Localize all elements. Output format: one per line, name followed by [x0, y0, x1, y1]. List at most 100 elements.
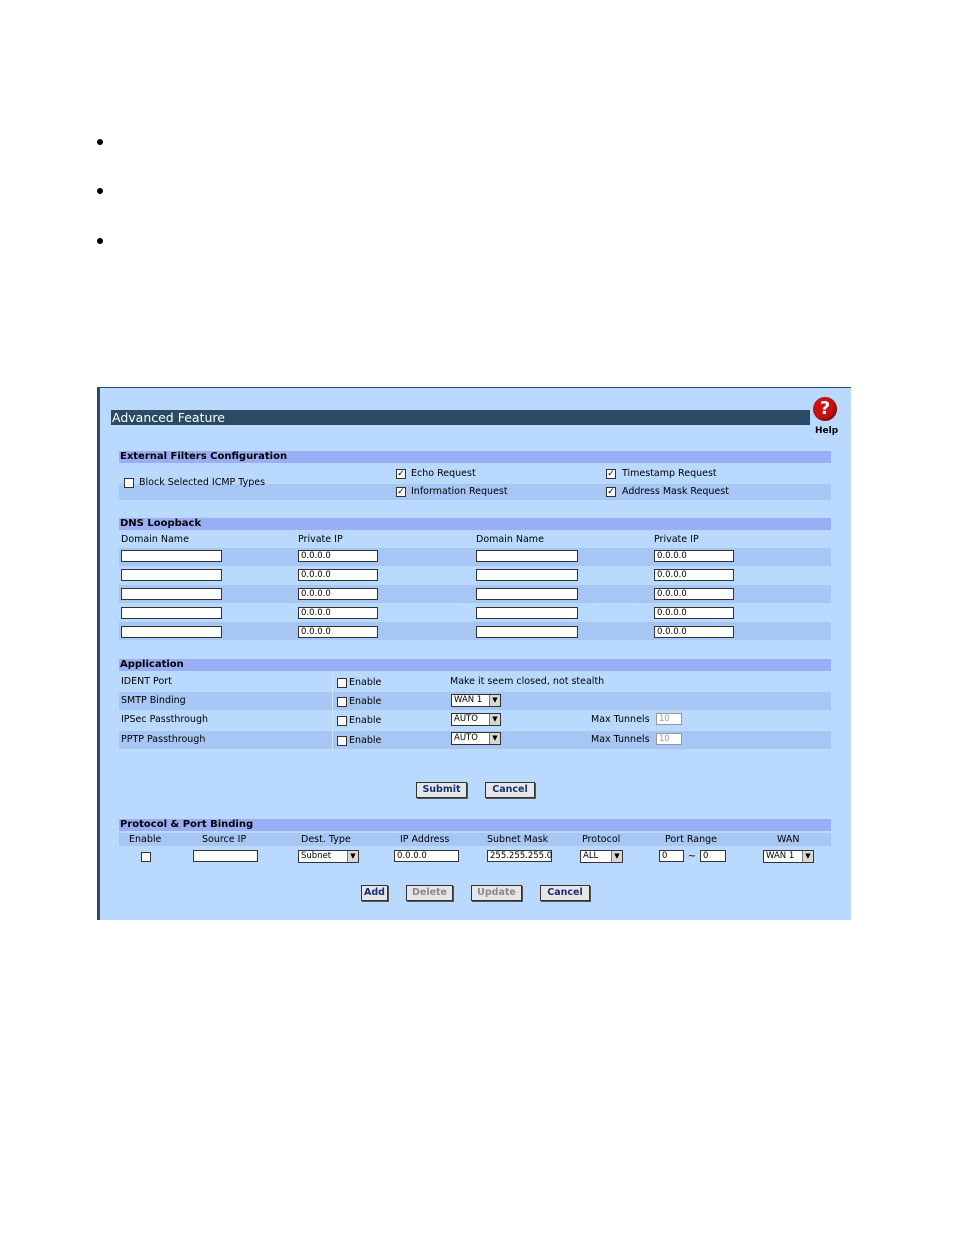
- dns-domain-input-1[interactable]: [121, 550, 222, 562]
- pptp-mode-value: AUTO: [454, 733, 478, 743]
- col-private-ip-2: Private IP: [654, 534, 699, 545]
- dns-domain-input-1[interactable]: [121, 607, 222, 619]
- chevron-down-icon[interactable]: ▼: [347, 851, 358, 862]
- ipsec-max-tunnels-input[interactable]: 10: [656, 713, 682, 725]
- binding-subnet-mask-input[interactable]: 255.255.255.0: [487, 850, 552, 862]
- dns-loopback-header: DNS Loopback: [119, 518, 831, 530]
- chevron-down-icon[interactable]: ▼: [489, 695, 500, 706]
- dns-ip-input-2[interactable]: 0.0.0.0: [654, 588, 734, 600]
- pptp-mode-select[interactable]: AUTO ▼: [451, 732, 501, 745]
- application-header: Application: [119, 659, 831, 671]
- block-icmp-checkbox[interactable]: [124, 478, 134, 488]
- help-label[interactable]: Help: [815, 426, 838, 436]
- binding-dest-type-select[interactable]: Subnet ▼: [298, 850, 359, 863]
- binding-cancel-button[interactable]: Cancel: [540, 885, 590, 901]
- chevron-down-icon[interactable]: ▼: [489, 714, 500, 725]
- dns-domain-input-1[interactable]: [121, 626, 222, 638]
- binding-source-ip-input[interactable]: [193, 850, 258, 862]
- block-icmp-label: Block Selected ICMP Types: [139, 477, 266, 488]
- panel-title: Advanced Feature: [111, 410, 810, 425]
- submit-button[interactable]: Submit: [416, 782, 467, 798]
- ipsec-max-tunnels-label: Max Tunnels: [591, 714, 650, 725]
- timestamp-request-label: Timestamp Request: [622, 468, 717, 479]
- pptp-max-tunnels-input[interactable]: 10: [656, 733, 682, 745]
- chevron-down-icon[interactable]: ▼: [802, 851, 813, 862]
- echo-request-label: Echo Request: [411, 468, 476, 479]
- binding-protocol-select[interactable]: ALL ▼: [580, 850, 623, 863]
- column-divider: [332, 672, 333, 750]
- dns-ip-input-1[interactable]: 0.0.0.0: [298, 607, 378, 619]
- ident-enable-checkbox[interactable]: [337, 678, 347, 688]
- col-domain-name-2: Domain Name: [476, 534, 544, 545]
- pptp-enable-checkbox[interactable]: [337, 736, 347, 746]
- port-binding-header: Protocol & Port Binding: [119, 819, 831, 831]
- dns-domain-input-1[interactable]: [121, 569, 222, 581]
- smtp-wan-select[interactable]: WAN 1 ▼: [451, 694, 501, 707]
- col-source-ip: Source IP: [202, 834, 247, 845]
- echo-request-checkbox[interactable]: ✓: [396, 469, 406, 479]
- dns-ip-input-1[interactable]: 0.0.0.0: [298, 550, 378, 562]
- ipsec-enable-label: Enable: [349, 715, 382, 726]
- binding-dest-type-value: Subnet: [301, 851, 332, 861]
- col-ip-address: IP Address: [400, 834, 450, 845]
- external-filters-header: External Filters Configuration: [119, 451, 831, 463]
- col-private-ip-1: Private IP: [298, 534, 343, 545]
- col-wan: WAN: [777, 834, 800, 845]
- dns-ip-input-1[interactable]: 0.0.0.0: [298, 569, 378, 581]
- port-range-separator: ~: [688, 851, 696, 862]
- address-mask-request-checkbox[interactable]: ✓: [606, 487, 616, 497]
- binding-enable-checkbox[interactable]: [141, 852, 151, 862]
- binding-wan-select[interactable]: WAN 1 ▼: [763, 850, 814, 863]
- bullet-1: [97, 139, 103, 145]
- pptp-enable-label: Enable: [349, 735, 382, 746]
- chevron-down-icon[interactable]: ▼: [611, 851, 622, 862]
- pptp-max-tunnels-label: Max Tunnels: [591, 734, 650, 745]
- binding-port-to-input[interactable]: 0: [700, 850, 726, 862]
- dns-domain-input-2[interactable]: [476, 569, 578, 581]
- timestamp-request-checkbox[interactable]: ✓: [606, 469, 616, 479]
- binding-port-from-input[interactable]: 0: [659, 850, 684, 862]
- dns-domain-input-1[interactable]: [121, 588, 222, 600]
- dns-domain-input-2[interactable]: [476, 626, 578, 638]
- smtp-binding-label: SMTP Binding: [121, 695, 186, 706]
- pptp-label: PPTP Passthrough: [121, 734, 206, 745]
- dns-domain-input-2[interactable]: [476, 588, 578, 600]
- dns-domain-input-2[interactable]: [476, 607, 578, 619]
- help-icon[interactable]: ?: [813, 397, 837, 421]
- dns-ip-input-2[interactable]: 0.0.0.0: [654, 569, 734, 581]
- bullet-3: [97, 238, 103, 244]
- delete-button[interactable]: Delete: [406, 885, 453, 901]
- dns-domain-input-2[interactable]: [476, 550, 578, 562]
- col-subnet-mask: Subnet Mask: [487, 834, 549, 845]
- col-enable: Enable: [129, 834, 162, 845]
- binding-ip-address-input[interactable]: 0.0.0.0: [394, 850, 459, 862]
- update-button[interactable]: Update: [471, 885, 522, 901]
- col-dest-type: Dest. Type: [301, 834, 351, 845]
- col-domain-name-1: Domain Name: [121, 534, 189, 545]
- dns-ip-input-1[interactable]: 0.0.0.0: [298, 626, 378, 638]
- add-button[interactable]: Add: [361, 885, 388, 901]
- chevron-down-icon[interactable]: ▼: [489, 733, 500, 744]
- dns-ip-input-2[interactable]: 0.0.0.0: [654, 626, 734, 638]
- cancel-button[interactable]: Cancel: [485, 782, 535, 798]
- ipsec-mode-select[interactable]: AUTO ▼: [451, 713, 501, 726]
- smtp-enable-checkbox[interactable]: [337, 697, 347, 707]
- binding-wan-value: WAN 1: [766, 851, 795, 861]
- information-request-label: Information Request: [411, 486, 508, 497]
- ipsec-mode-value: AUTO: [454, 714, 478, 724]
- col-port-range: Port Range: [665, 834, 717, 845]
- smtp-enable-label: Enable: [349, 696, 382, 707]
- dns-ip-input-1[interactable]: 0.0.0.0: [298, 588, 378, 600]
- dns-ip-input-2[interactable]: 0.0.0.0: [654, 550, 734, 562]
- ident-enable-label: Enable: [349, 677, 382, 688]
- information-request-checkbox[interactable]: ✓: [396, 487, 406, 497]
- smtp-wan-value: WAN 1: [454, 695, 483, 705]
- ident-port-label: IDENT Port: [121, 676, 172, 687]
- ident-note: Make it seem closed, not stealth: [450, 676, 605, 687]
- ipsec-enable-checkbox[interactable]: [337, 716, 347, 726]
- bullet-2: [97, 188, 103, 194]
- ipsec-label: IPSec Passthrough: [121, 714, 208, 725]
- address-mask-request-label: Address Mask Request: [622, 486, 729, 497]
- dns-ip-input-2[interactable]: 0.0.0.0: [654, 607, 734, 619]
- binding-protocol-value: ALL: [583, 851, 599, 861]
